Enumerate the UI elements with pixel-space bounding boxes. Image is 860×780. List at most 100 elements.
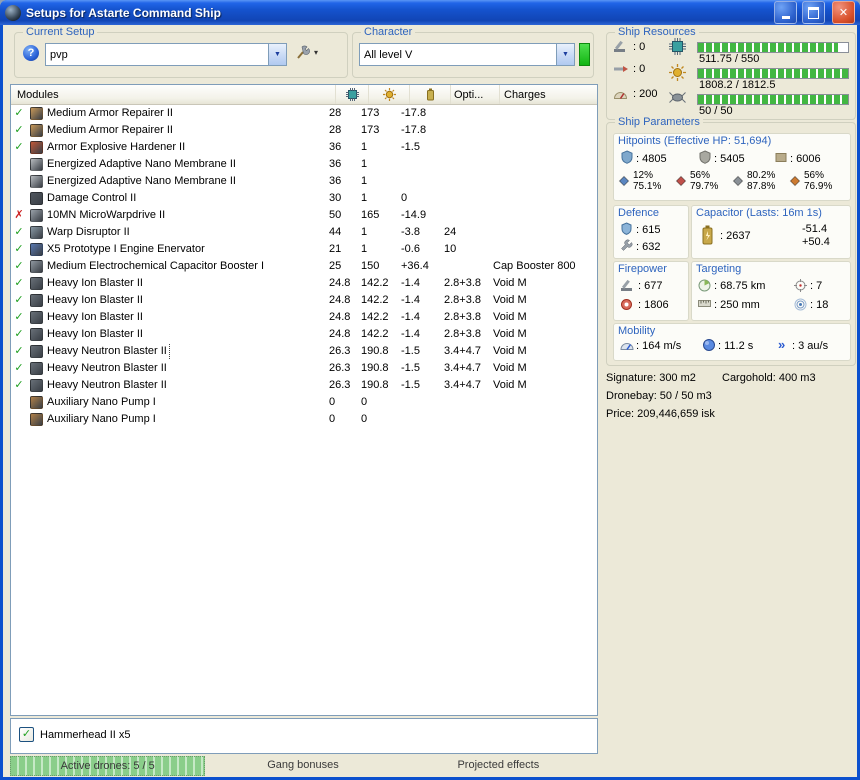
ship-parameters-label: Ship Parameters — [615, 116, 703, 128]
targeting-box: Targeting : 68.75 km : 7 : 250 mm : 18 — [691, 261, 851, 321]
cargohold-text: Cargohold: 400 m3 — [722, 372, 816, 384]
modules-column-header[interactable]: Modules — [11, 85, 336, 104]
module-powergrid-value: 150 — [361, 260, 380, 272]
setup-combo[interactable]: pvp ▼ — [45, 43, 287, 66]
module-powergrid-value: 190.8 — [361, 379, 389, 391]
tab-gang-bonuses[interactable]: Gang bonuses — [205, 756, 400, 774]
module-name: Medium Armor Repairer II — [47, 124, 173, 136]
hitpoints-label: Hitpoints (Effective HP: 51,694) — [618, 135, 772, 147]
module-capacitor-value: -1.4 — [401, 311, 420, 323]
module-name: Heavy Ion Blaster II — [47, 311, 143, 323]
cpu-bar — [697, 42, 849, 53]
drone-list-item[interactable]: Hammerhead II x5 — [11, 719, 597, 742]
module-charge-value: Void M — [493, 379, 527, 391]
module-name: Energized Adaptive Nano Membrane II — [47, 158, 236, 170]
module-row[interactable]: Energized Adaptive Nano Membrane II 36 1 — [11, 173, 597, 190]
character-label: Character — [361, 26, 416, 38]
module-powergrid-value: 173 — [361, 124, 380, 136]
setup-combo-arrow-icon[interactable]: ▼ — [268, 44, 286, 65]
signature-text: Signature: 300 m2 — [606, 372, 696, 384]
shield-hp-value: : 4805 — [636, 153, 667, 165]
close-button[interactable]: ✕ — [832, 1, 855, 24]
module-row[interactable]: ✓ Medium Armor Repairer II 28 173 -17.8 — [11, 105, 597, 122]
shield-resist-value: 80.2% — [747, 170, 776, 181]
module-name: 10MN MicroWarpdrive II — [47, 209, 166, 221]
module-row[interactable]: ✓ Heavy Neutron Blaster II 26.3 190.8 -1… — [11, 377, 597, 394]
shield-resist-value: 12% — [633, 170, 654, 181]
minimize-button[interactable] — [774, 1, 797, 24]
titlebar: Setups for Astarte Command Ship ✕ — [0, 0, 860, 25]
module-row[interactable]: ✗ 10MN MicroWarpdrive II 50 165 -14.9 — [11, 207, 597, 224]
cpu-icon — [669, 38, 686, 58]
module-powergrid-value: 1 — [361, 192, 368, 204]
module-cpu-value: 26.3 — [329, 362, 351, 374]
shield-hp-icon — [620, 150, 634, 168]
module-cpu-value: 28 — [329, 107, 342, 119]
module-type-icon — [27, 226, 45, 239]
cpu-column-header[interactable] — [336, 85, 369, 104]
character-combo[interactable]: All level V ▼ — [359, 43, 575, 66]
module-row[interactable]: ✓ Warp Disruptor II 44 1 -3.8 24 — [11, 224, 597, 241]
tools-icon — [297, 45, 310, 59]
sensor-strength-icon — [794, 298, 807, 314]
module-row[interactable]: ✓ Armor Explosive Hardener II 36 1 -1.5 — [11, 139, 597, 156]
module-row[interactable]: ✓ Heavy Ion Blaster II 24.8 142.2 -1.4 2… — [11, 292, 597, 309]
module-optimal-value: 3.4+4.7 — [444, 379, 482, 391]
setup-combo-value: pvp — [50, 48, 68, 61]
module-capacitor-value: -1.4 — [401, 328, 420, 340]
module-optimal-value: 10 — [444, 243, 457, 255]
resistance-group: 80.2% 87.8% — [732, 170, 789, 192]
module-capacitor-value: -1.4 — [401, 277, 420, 289]
tab-active-drones[interactable]: Active drones: 5 / 5 — [10, 756, 206, 776]
armor-resist-value: 76.9% — [804, 181, 833, 192]
module-row[interactable]: Auxiliary Nano Pump I 0 0 — [11, 394, 597, 411]
charges-column-header[interactable]: Charges — [500, 85, 597, 104]
max-targets-icon — [794, 279, 807, 295]
tab-projected-effects[interactable]: Projected effects — [401, 756, 596, 774]
maximize-button[interactable] — [802, 1, 825, 24]
module-powergrid-value: 190.8 — [361, 345, 389, 357]
module-capacitor-value: -14.9 — [401, 209, 427, 221]
module-state-icon: ✓ — [14, 379, 24, 391]
character-skill-indicator — [579, 43, 590, 66]
module-row[interactable]: ✓ Heavy Ion Blaster II 24.8 142.2 -1.4 2… — [11, 309, 597, 326]
module-row[interactable]: Damage Control II 30 1 0 — [11, 190, 597, 207]
optimal-column-header[interactable]: Opti... — [451, 85, 500, 104]
capacitor-column-header[interactable] — [410, 85, 451, 104]
module-row[interactable]: ✓ Medium Armor Repairer II 28 173 -17.8 — [11, 122, 597, 139]
powergrid-column-header[interactable] — [369, 85, 410, 104]
armor-repair-icon — [620, 239, 633, 255]
volley-value: : 677 — [638, 280, 663, 292]
volley-icon — [620, 279, 635, 295]
module-charge-value: Void M — [493, 294, 527, 306]
module-charge-value: Void M — [493, 311, 527, 323]
turret-hardpoints-icon — [613, 40, 628, 56]
module-type-icon — [27, 362, 45, 375]
ship-resources-group: Ship Resources : 0 : 0 : 200 511.75 / 55… — [606, 26, 856, 120]
hull-hp-icon — [774, 151, 788, 167]
module-row[interactable]: ✓ X5 Prototype I Engine Enervator 21 1 -… — [11, 241, 597, 258]
module-state-icon: ✓ — [14, 362, 24, 374]
module-row[interactable]: Auxiliary Nano Pump I 0 0 — [11, 411, 597, 428]
module-cpu-value: 24.8 — [329, 328, 351, 340]
module-state-icon: ✓ — [14, 124, 24, 136]
armor-repair-value: : 632 — [636, 241, 661, 253]
character-combo-value: All level V — [364, 48, 413, 61]
drone-checkbox[interactable] — [19, 727, 34, 742]
help-icon[interactable]: ? — [23, 45, 39, 61]
module-row[interactable]: ✓ Medium Electrochemical Capacitor Boost… — [11, 258, 597, 275]
module-row[interactable]: ✓ Heavy Neutron Blaster II 26.3 190.8 -1… — [11, 343, 597, 360]
character-combo-arrow-icon[interactable]: ▼ — [556, 44, 574, 65]
module-name: Auxiliary Nano Pump I — [47, 396, 156, 408]
powergrid-bar-text: 1808.2 / 1812.5 — [699, 79, 776, 91]
module-powergrid-value: 1 — [361, 158, 368, 170]
module-state-icon: ✓ — [14, 243, 24, 255]
module-charge-value: Void M — [493, 328, 527, 340]
module-row[interactable]: ✓ Heavy Neutron Blaster II 26.3 190.8 -1… — [11, 360, 597, 377]
setup-tools-button[interactable]: ▾ — [295, 45, 318, 60]
capacitor-column-icon — [426, 88, 434, 101]
module-row[interactable]: ✓ Heavy Ion Blaster II 24.8 142.2 -1.4 2… — [11, 326, 597, 343]
module-row[interactable]: ✓ Heavy Ion Blaster II 24.8 142.2 -1.4 2… — [11, 275, 597, 292]
module-row[interactable]: Energized Adaptive Nano Membrane II 36 1 — [11, 156, 597, 173]
ship-parameters-group: Ship Parameters Hitpoints (Effective HP:… — [606, 116, 856, 366]
